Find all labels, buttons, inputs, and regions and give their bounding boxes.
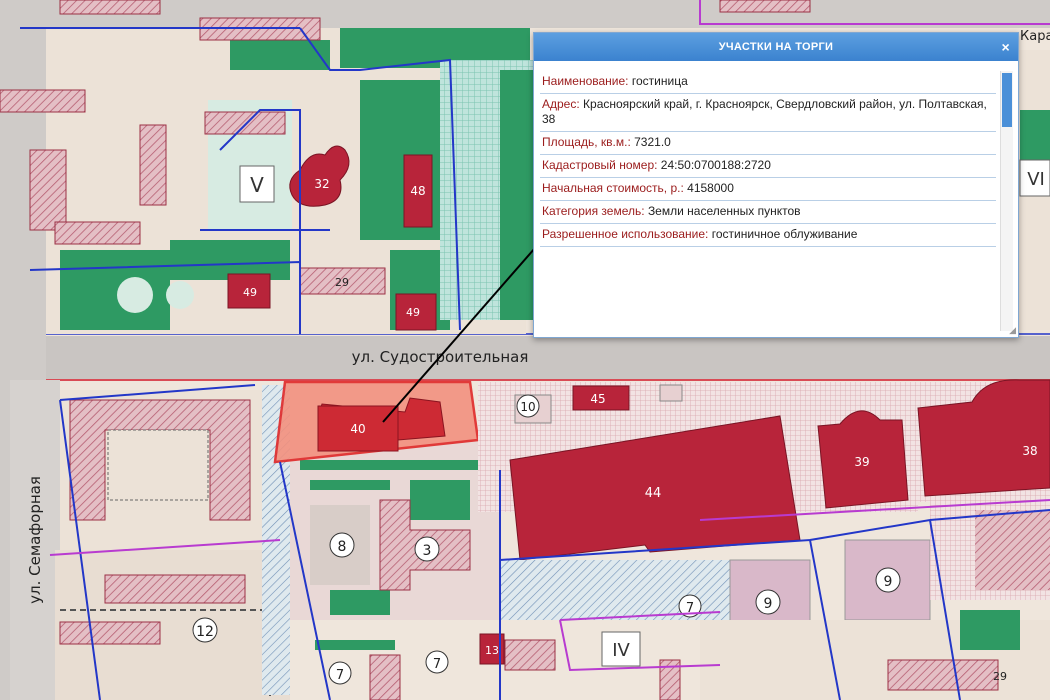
resize-handle-icon[interactable]: ◢ <box>1009 325 1016 336</box>
building-tl-6 <box>139 124 167 206</box>
label-12: 12 <box>196 624 214 640</box>
building-tl-3 <box>0 89 86 113</box>
building-29b <box>887 659 999 691</box>
field-value: гостиница <box>631 74 688 88</box>
zone-label-v: V <box>250 173 264 197</box>
green-school-2 <box>310 480 390 490</box>
popup-scrollbar[interactable] <box>1000 71 1013 331</box>
zone-label-vi: VI <box>1027 169 1045 190</box>
green-upper-4 <box>230 40 330 70</box>
close-icon[interactable]: × <box>1002 33 1010 61</box>
label-38: 38 <box>1022 444 1037 458</box>
label-7b: 7 <box>336 668 344 683</box>
building-bottom-2 <box>369 654 401 700</box>
field-starting-price: Начальная стоимость, р.: 4158000 <box>540 178 996 201</box>
field-cadastral-number: Кадастровый номер: 24:50:0700188:2720 <box>540 155 996 178</box>
label-44: 44 <box>645 486 662 501</box>
building-small-right <box>659 384 683 402</box>
field-label: Наименование: <box>542 74 629 88</box>
label-9a: 9 <box>764 596 773 612</box>
building-tl-4 <box>204 111 286 135</box>
scrollbar-thumb[interactable] <box>1002 73 1012 127</box>
label-10: 10 <box>520 400 535 414</box>
label-29a: 29 <box>335 276 349 289</box>
field-permitted-use: Разрешенное использование: гостиничное о… <box>540 224 996 247</box>
label-9b: 9 <box>884 574 893 590</box>
label-39: 39 <box>854 455 869 469</box>
street-label-semafornaya: ул. Семафорная <box>26 476 44 604</box>
green-school-1 <box>410 480 470 520</box>
label-40: 40 <box>350 422 365 436</box>
field-area: Площадь, кв.м.: 7321.0 <box>540 132 996 155</box>
field-address: Адрес: Красноярский край, г. Красноярск,… <box>540 94 996 132</box>
field-value: 24:50:0700188:2720 <box>660 158 771 172</box>
courtyard-lower-left <box>107 429 209 501</box>
green-school-3 <box>330 590 390 615</box>
hatch-lower-right <box>975 510 1050 590</box>
label-32: 32 <box>314 177 329 191</box>
green-upper-2 <box>60 250 170 330</box>
field-label: Категория земель: <box>542 204 645 218</box>
building-tl-7 <box>54 221 141 245</box>
label-49a: 49 <box>243 286 257 299</box>
field-label: Кадастровый номер: <box>542 158 658 172</box>
field-label: Адрес: <box>542 97 580 111</box>
building-bottom-1 <box>504 639 556 671</box>
label-29b: 29 <box>993 670 1007 683</box>
label-7c: 7 <box>433 657 441 672</box>
label-48: 48 <box>410 184 425 198</box>
field-label: Разрешенное использование: <box>542 227 709 241</box>
label-13: 13 <box>485 644 499 657</box>
building-tl-5 <box>29 149 67 231</box>
field-value: гостиничное облуживание <box>711 227 858 241</box>
field-name: Наименование: гостиница <box>540 71 996 94</box>
label-45: 45 <box>590 392 605 406</box>
square-circle-1 <box>117 277 153 313</box>
square-circle-2 <box>166 281 194 309</box>
popup-title: УЧАСТКИ НА ТОРГИ <box>718 41 834 53</box>
green-bottom-right <box>960 610 1020 650</box>
field-value: 4158000 <box>687 181 734 195</box>
green-bottom-1 <box>315 640 395 650</box>
field-value: Красноярский край, г. Красноярск, Свердл… <box>542 97 987 126</box>
green-school-4 <box>300 460 490 470</box>
street-label-kara: Кара <box>1020 29 1050 44</box>
field-value: 7321.0 <box>634 135 671 149</box>
label-8: 8 <box>338 539 347 555</box>
field-land-category: Категория земель: Земли населенных пункт… <box>540 201 996 224</box>
building-tl-8 <box>719 0 811 13</box>
info-popup: УЧАСТКИ НА ТОРГИ × Наименование: гостини… <box>533 32 1019 338</box>
building-tl-1 <box>59 0 161 15</box>
building-lower-left-4 <box>104 574 246 604</box>
label-3: 3 <box>423 543 432 559</box>
zone-label-iv: IV <box>612 640 630 661</box>
popup-header: УЧАСТКИ НА ТОРГИ × <box>534 33 1018 61</box>
building-lower-left-5 <box>59 621 161 645</box>
field-label: Площадь, кв.м.: <box>542 135 631 149</box>
field-label: Начальная стоимость, р.: <box>542 181 684 195</box>
field-value: Земли населенных пунктов <box>647 204 801 218</box>
label-49b: 49 <box>406 306 420 319</box>
popup-body: Наименование: гостиница Адрес: Красноярс… <box>540 71 996 331</box>
